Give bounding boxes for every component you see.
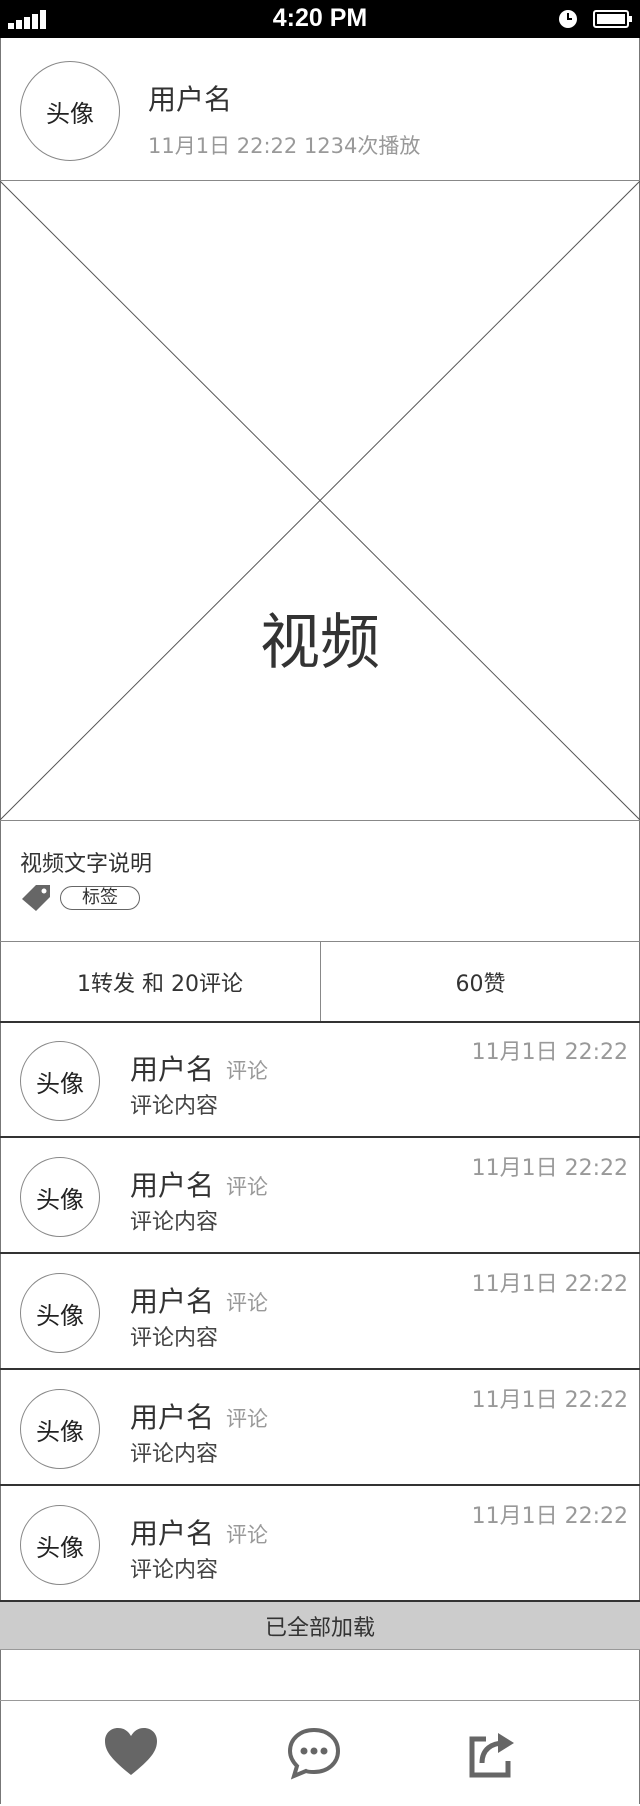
comment-avatar[interactable]: 头像 [20, 1157, 100, 1237]
comment-time: 11月1日 22:22 [471, 1388, 628, 1413]
author-header: 头像 用户名 11月1日 22:22 1234次播放 [0, 40, 640, 181]
comment-content: 评论内容 [130, 1094, 219, 1119]
stats-bar: 1转发 和 20评论 60赞 [0, 941, 640, 1023]
bottom-toolbar [0, 1701, 640, 1804]
tag-chip[interactable]: 标签 [60, 886, 140, 910]
reposts-comments-count[interactable]: 1转发 和 20评论 [0, 942, 321, 1021]
comment-tag: 评论 [226, 1407, 268, 1431]
comment-content: 评论内容 [130, 1326, 219, 1351]
spacer [0, 1650, 640, 1701]
comment-item[interactable]: 头像 用户名 评论 评论内容 11月1日 22:22 [0, 1486, 640, 1602]
comment-tag: 评论 [226, 1291, 268, 1315]
alarm-clock-icon [559, 10, 577, 28]
comment-time: 11月1日 22:22 [471, 1040, 628, 1065]
tag-icon [22, 885, 50, 911]
comment-item[interactable]: 头像 用户名 评论 评论内容 11月1日 22:22 [0, 1254, 640, 1370]
battery-icon [593, 10, 632, 28]
comment-content: 评论内容 [130, 1442, 219, 1467]
video-description: 视频文字说明 [20, 852, 153, 877]
status-bar: 4:20 PM [0, 0, 640, 38]
comment-item[interactable]: 头像 用户名 评论 评论内容 11月1日 22:22 [0, 1138, 640, 1254]
comment-time: 11月1日 22:22 [471, 1156, 628, 1181]
comment-avatar[interactable]: 头像 [20, 1505, 100, 1585]
comment-tag: 评论 [226, 1523, 268, 1547]
likes-count[interactable]: 60赞 [321, 942, 640, 1021]
share-icon[interactable] [464, 1725, 520, 1781]
comment-avatar[interactable]: 头像 [20, 1041, 100, 1121]
author-avatar[interactable]: 头像 [20, 61, 120, 161]
heart-icon[interactable] [103, 1725, 159, 1781]
comment-username[interactable]: 用户名 [130, 1396, 214, 1436]
comment-username[interactable]: 用户名 [130, 1048, 214, 1088]
video-label: 视频 [0, 608, 640, 678]
comment-content: 评论内容 [130, 1210, 219, 1235]
comment-username[interactable]: 用户名 [130, 1280, 214, 1320]
video-player[interactable]: 视频 [0, 181, 640, 821]
author-username[interactable]: 用户名 [148, 78, 232, 118]
comment-avatar[interactable]: 头像 [20, 1273, 100, 1353]
comment-bubble-icon[interactable] [286, 1725, 342, 1781]
comment-time: 11月1日 22:22 [471, 1504, 628, 1529]
comment-tag: 评论 [226, 1175, 268, 1199]
video-placeholder-cross [0, 181, 640, 820]
comment-username[interactable]: 用户名 [130, 1164, 214, 1204]
post-meta: 11月1日 22:22 1234次播放 [148, 134, 421, 158]
comment-item[interactable]: 头像 用户名 评论 评论内容 11月1日 22:22 [0, 1370, 640, 1486]
comment-username[interactable]: 用户名 [130, 1512, 214, 1552]
comment-time: 11月1日 22:22 [471, 1272, 628, 1297]
comment-tag: 评论 [226, 1059, 268, 1083]
comment-item[interactable]: 头像 用户名 评论 评论内容 11月1日 22:22 [0, 1022, 640, 1138]
status-time: 4:20 PM [272, 4, 368, 32]
comment-avatar[interactable]: 头像 [20, 1389, 100, 1469]
comment-content: 评论内容 [130, 1558, 219, 1583]
all-loaded-banner: 已全部加载 [0, 1602, 640, 1650]
